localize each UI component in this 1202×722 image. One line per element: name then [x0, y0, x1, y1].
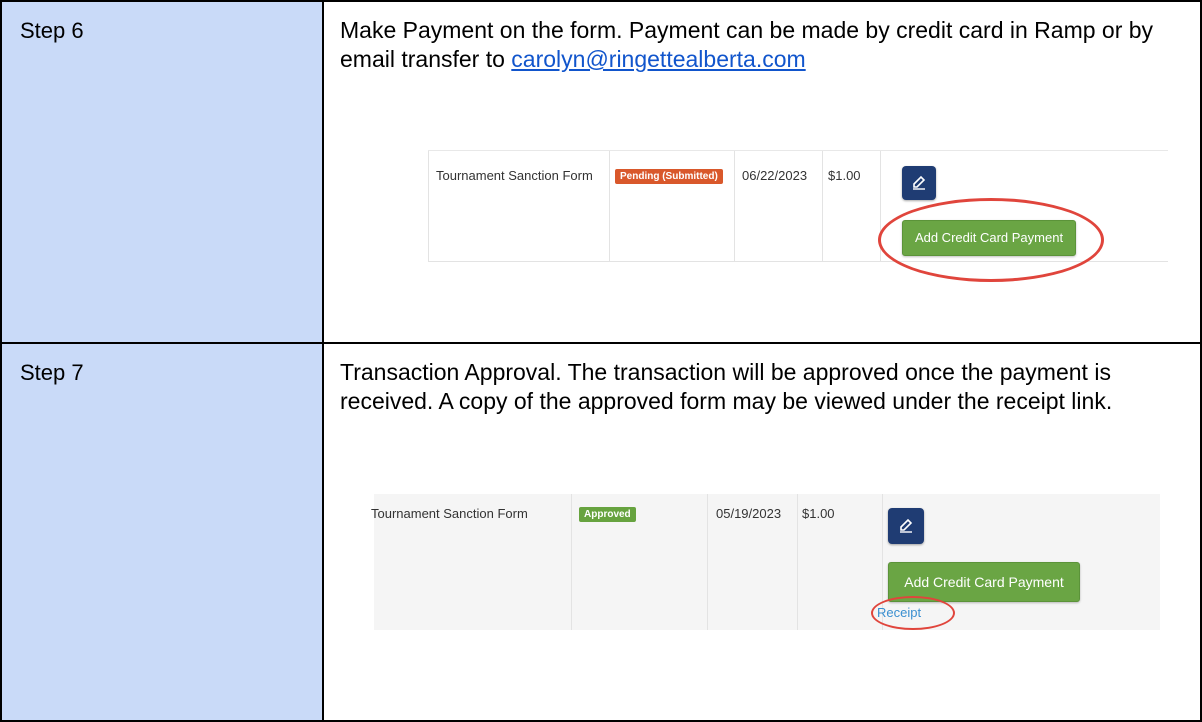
step-7-label-cell: Step 7: [0, 342, 324, 722]
steps-table: Step 6 Make Payment on the form. Payment…: [0, 0, 1202, 722]
edit-button[interactable]: [902, 166, 936, 200]
form-date: 06/22/2023: [742, 168, 808, 183]
date-column: [734, 150, 823, 262]
step-description: Make Payment on the form. Payment can be…: [324, 2, 1200, 74]
form-name-column: [428, 150, 610, 262]
edit-button[interactable]: [888, 508, 924, 544]
step-7-content-cell: Transaction Approval. The transaction wi…: [322, 342, 1202, 722]
step-label: Step 7: [20, 360, 84, 385]
payment-screenshot: Tournament Sanction Form Pending (Submit…: [428, 150, 1168, 282]
step-label: Step 6: [20, 18, 84, 43]
status-badge: Pending (Submitted): [615, 169, 723, 184]
highlight-ellipse: [878, 198, 1104, 282]
email-link[interactable]: carolyn@ringettealberta.com: [511, 46, 805, 72]
status-column: [608, 150, 735, 262]
step-6-row: Step 6 Make Payment on the form. Payment…: [0, 0, 1202, 344]
step-6-content-cell: Make Payment on the form. Payment can be…: [322, 0, 1202, 344]
form-name: Tournament Sanction Form: [436, 168, 593, 183]
form-amount: $1.00: [802, 506, 835, 521]
receipt-highlight-ellipse: [871, 596, 955, 630]
form-amount: $1.00: [828, 168, 861, 183]
table-row: Tournament Sanction Form Approved 05/19/…: [371, 494, 1160, 630]
status-badge: Approved: [579, 507, 636, 522]
amount-column: [822, 150, 881, 262]
form-date: 05/19/2023: [716, 506, 782, 521]
step-6-label-cell: Step 6: [0, 0, 324, 344]
edit-icon: [900, 518, 913, 533]
approval-screenshot: Tournament Sanction Form Approved 05/19/…: [371, 494, 1160, 630]
step-7-row: Step 7 Transaction Approval. The transac…: [0, 342, 1202, 722]
form-name: Tournament Sanction Form: [371, 506, 528, 521]
edit-icon: [913, 175, 926, 190]
step-description: Transaction Approval. The transaction wi…: [340, 359, 1113, 414]
